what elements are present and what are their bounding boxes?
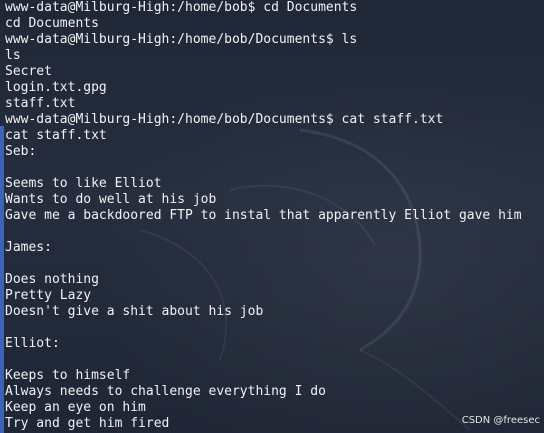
terminal-line: www-data@Milburg-High:/home/bob/Document…: [5, 32, 358, 47]
terminal-line: Doesn't give a shit about his job: [5, 304, 264, 319]
terminal-line: Keep an eye on him: [5, 400, 146, 415]
terminal-output[interactable]: www-data@Milburg-High:/home/bob$ cd Docu…: [5, 0, 544, 432]
terminal-line: ls: [5, 48, 21, 63]
terminal-line: login.txt.gpg: [5, 80, 107, 95]
terminal-line: James:: [5, 240, 52, 255]
terminal-line: Pretty Lazy: [5, 288, 92, 303]
terminal-line: www-data@Milburg-High:/home/bob$ cd Docu…: [5, 0, 358, 15]
terminal-line: Elliot:: [5, 336, 60, 351]
terminal-line: cd Documents: [5, 16, 99, 31]
terminal-line: Seb:: [5, 144, 37, 159]
watermark-text: CSDN @freesec: [461, 415, 540, 426]
terminal-window[interactable]: www-data@Milburg-High:/home/bob$ cd Docu…: [0, 0, 544, 433]
terminal-line: Gave me a backdoored FTP to instal that …: [5, 208, 522, 223]
terminal-line: Secret: [5, 64, 52, 79]
terminal-line: Wants to do well at his job: [5, 192, 217, 207]
scroll-marker-bar: [0, 126, 4, 433]
terminal-line: Does nothing: [5, 272, 99, 287]
terminal-line: www-data@Milburg-High:/home/bob/Document…: [5, 112, 444, 127]
terminal-line: cat staff.txt: [5, 128, 107, 143]
terminal-line: staff.txt: [5, 96, 76, 111]
terminal-line: Always needs to challenge everything I d…: [5, 384, 326, 399]
terminal-line: Keeps to himself: [5, 368, 131, 383]
terminal-line: Seems to like Elliot: [5, 176, 162, 191]
